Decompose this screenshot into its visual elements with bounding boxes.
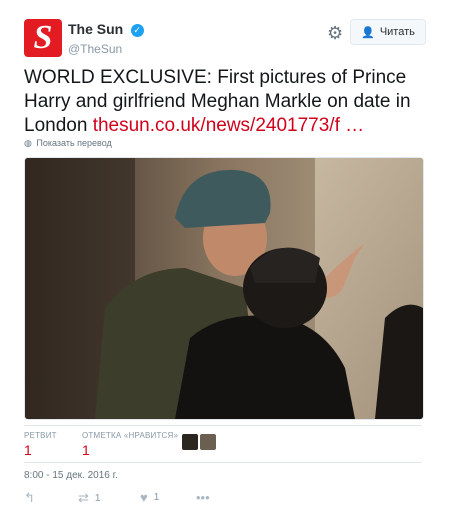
avatar[interactable] xyxy=(200,434,216,450)
tweet-photo[interactable] xyxy=(24,157,424,420)
likes-count: 1 xyxy=(82,442,90,458)
follow-button-label: Читать xyxy=(379,26,415,38)
verified-badge-icon: ✓ xyxy=(130,24,144,37)
tweet-text: WORLD EXCLUSIVE: First pictures of Princ… xyxy=(24,66,434,138)
translate-label: Показать перевод xyxy=(36,138,112,148)
tweet-timestamp[interactable]: 8:00 - 15 дек. 2016 г. xyxy=(24,470,118,481)
tweet-header: S The Sun ✓ @TheSun ⚙ 👤 Читать xyxy=(24,19,426,59)
logo-letter: S xyxy=(33,19,53,56)
tweet-link[interactable]: thesun.co.uk/news/2401773/f … xyxy=(93,115,364,136)
more-button[interactable]: ••• xyxy=(196,490,210,505)
heart-icon: ♥ xyxy=(140,490,148,505)
globe-icon: ◍ xyxy=(24,138,32,148)
like-count: 1 xyxy=(153,492,160,503)
retweet-icon: ⇄ xyxy=(78,490,89,505)
display-name[interactable]: The Sun xyxy=(68,21,123,37)
gear-icon[interactable]: ⚙ xyxy=(327,23,343,44)
like-button[interactable]: ♥ 1 xyxy=(140,490,159,505)
likes-label: ОТМЕТКА «НРАВИТСЯ» xyxy=(82,431,179,440)
retweet-button[interactable]: ⇄ 1 xyxy=(78,490,100,506)
photo-image xyxy=(25,158,423,419)
follow-button[interactable]: 👤 Читать xyxy=(350,19,426,45)
reply-icon: ↰ xyxy=(24,490,35,505)
stats-divider xyxy=(24,425,422,426)
retweets-label: РЕТВИТ xyxy=(24,431,57,440)
account-name-block[interactable]: The Sun ✓ @TheSun xyxy=(68,21,144,56)
stats-divider-bottom xyxy=(24,462,422,463)
more-icon: ••• xyxy=(196,490,210,505)
avatar[interactable] xyxy=(182,434,198,450)
likes-stat[interactable]: ОТМЕТКА «НРАВИТСЯ» 1 xyxy=(82,431,178,458)
the-sun-logo[interactable]: S xyxy=(24,19,62,57)
retweet-count: 1 xyxy=(94,492,101,504)
add-user-icon: 👤 xyxy=(361,26,375,39)
retweets-count: 1 xyxy=(24,442,32,458)
liker-avatars xyxy=(182,434,216,450)
account-handle[interactable]: @TheSun xyxy=(68,42,144,56)
reply-button[interactable]: ↰ xyxy=(24,490,35,506)
translate-link[interactable]: ◍ Показать перевод xyxy=(24,138,112,149)
tweet-actions: ↰ ⇄ 1 ♥ 1 ••• xyxy=(24,490,324,508)
retweets-stat[interactable]: РЕТВИТ 1 xyxy=(24,431,57,458)
